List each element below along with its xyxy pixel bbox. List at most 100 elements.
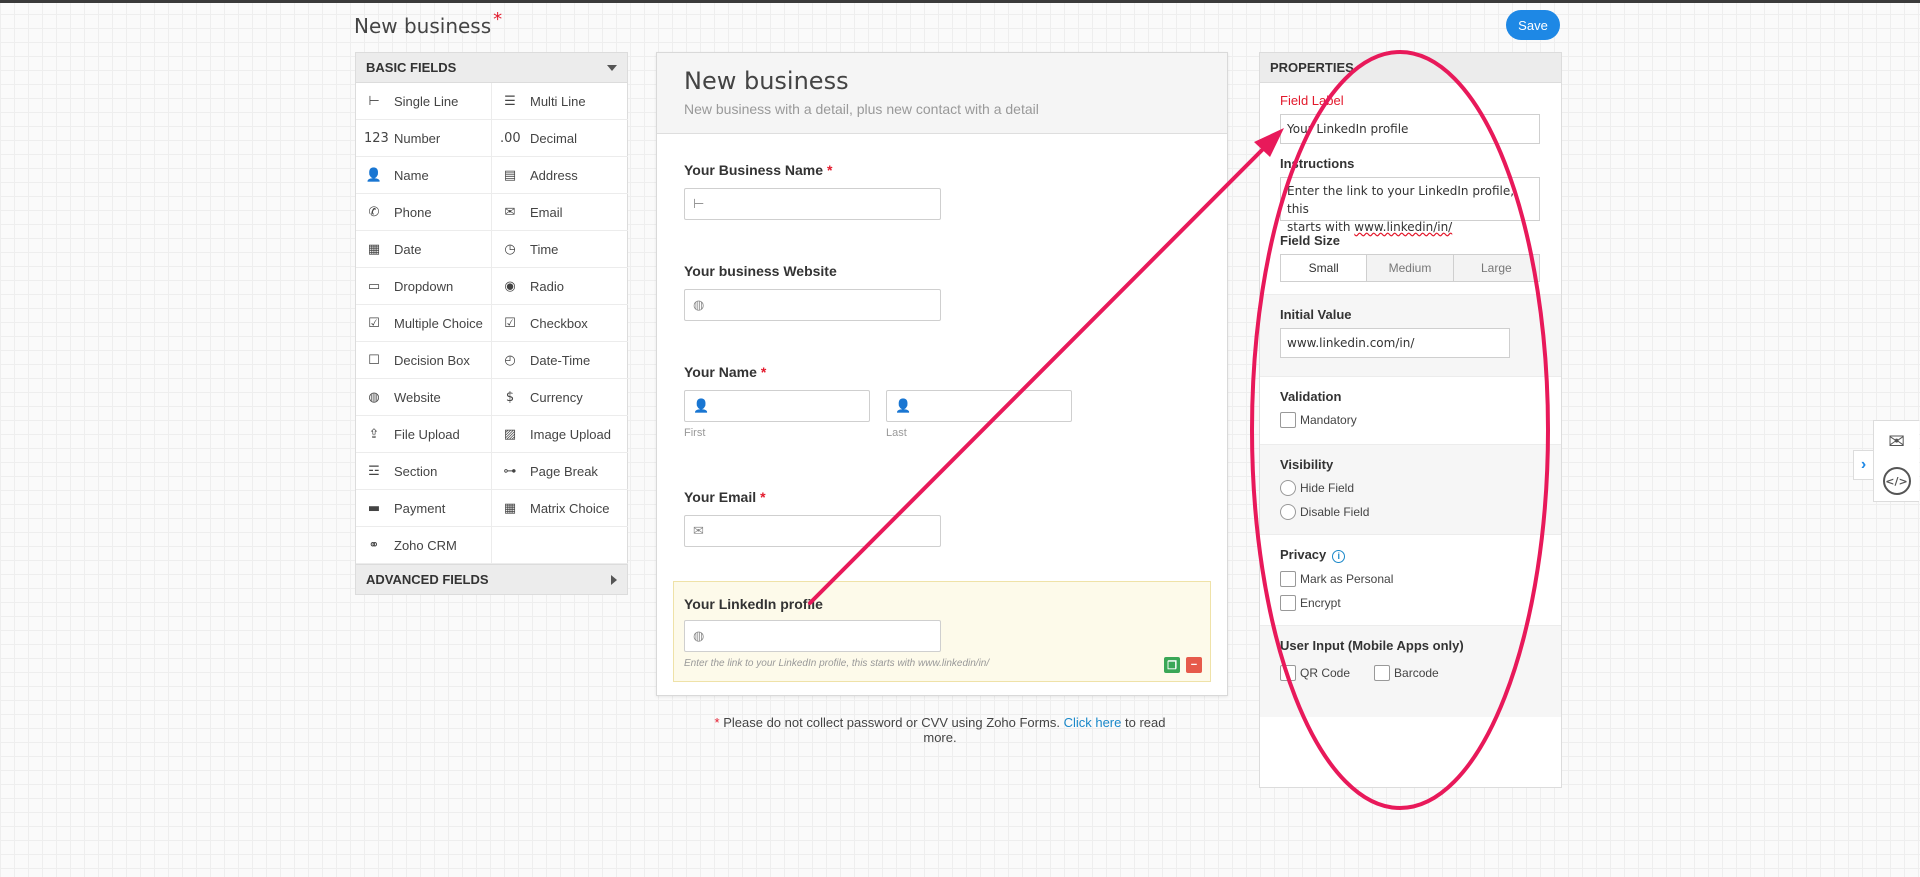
encrypt-option[interactable]: Encrypt — [1280, 593, 1541, 613]
first-name-input[interactable]: 👤 — [684, 390, 870, 422]
field-email[interactable]: Your Email * ✉ — [684, 489, 941, 547]
qr-code-checkbox[interactable] — [1280, 664, 1296, 681]
dropdown-icon: ▭ — [367, 278, 381, 294]
info-icon[interactable]: i — [1332, 549, 1346, 563]
palette-item-date[interactable]: ▦ Date — [356, 231, 492, 268]
instructions-textarea[interactable]: Enter the link to your LinkedIn profile,… — [1280, 177, 1540, 234]
palette-item-time[interactable]: ◷ Time — [492, 231, 628, 268]
mandatory-checkbox[interactable] — [1280, 412, 1296, 428]
visibility-section: Visibility Hide Field Disable Field — [1260, 445, 1561, 535]
initial-value-input[interactable]: www.linkedin.com/in/ — [1280, 328, 1510, 358]
palette-item-currency[interactable]: $ Currency — [492, 379, 628, 416]
palette-item-decimal[interactable]: .00 Decimal — [492, 120, 628, 157]
side-tools: ✉ </> — [1873, 420, 1919, 502]
field-linkedin-selected[interactable]: Your LinkedIn profile ◍ Enter the link t… — [673, 581, 1211, 682]
size-large-option[interactable]: Large — [1453, 255, 1539, 281]
palette-item-dropdown[interactable]: ▭ Dropdown — [356, 268, 492, 305]
linkedin-input[interactable]: ◍ — [684, 620, 941, 652]
palette-item-matrix-choice[interactable]: ▦ Matrix Choice — [492, 490, 628, 527]
decimal-icon: .00 — [500, 130, 521, 146]
field-label-title: Field Label — [1280, 93, 1344, 108]
size-small-option[interactable]: Small — [1281, 255, 1368, 281]
palette-item-radio[interactable]: ◉ Radio — [492, 268, 628, 305]
barcode-checkbox[interactable] — [1374, 664, 1391, 681]
field-business-website[interactable]: Your business Website ◍ — [684, 263, 941, 321]
email-input[interactable]: ✉ — [684, 515, 941, 547]
instructions-link-text: www.linkedin/in/ — [1354, 220, 1453, 234]
encrypt-checkbox[interactable] — [1280, 594, 1296, 611]
field-your-name[interactable]: Your Name * 👤 First 👤 Last — [684, 364, 1072, 439]
encrypt-label: Encrypt — [1300, 595, 1341, 610]
palette-item-website[interactable]: ◍ Website — [356, 379, 492, 416]
palette-item-checkbox[interactable]: ☑ Checkbox — [492, 305, 628, 342]
privacy-section: Privacy i Mark as Personal Encrypt — [1260, 535, 1561, 626]
palette-item-zoho-crm[interactable]: ⚭ Zoho CRM — [356, 527, 492, 564]
embed-code-icon[interactable]: </> — [1882, 467, 1911, 495]
palette-item-single-line[interactable]: ⊢ Single Line — [356, 83, 492, 120]
palette-item-label: Payment — [394, 500, 446, 516]
security-note: * Please do not collect password or CVV … — [700, 715, 1180, 745]
barcode-option[interactable]: Barcode — [1374, 663, 1439, 683]
advanced-fields-title: ADVANCED FIELDS — [366, 572, 489, 587]
basic-fields-header[interactable]: BASIC FIELDS — [356, 53, 627, 83]
business-website-input[interactable]: ◍ — [684, 289, 941, 321]
required-marker: * — [493, 9, 503, 30]
collapse-arrow-icon[interactable] — [607, 64, 617, 71]
form-header[interactable]: New business New business with a detail,… — [657, 53, 1227, 134]
palette-item-number[interactable]: 123 Number — [356, 120, 492, 157]
disable-field-option[interactable]: Disable Field — [1280, 502, 1541, 522]
field-label-input[interactable]: Your LinkedIn profile — [1280, 114, 1540, 144]
field-label: Your Business Name — [684, 162, 824, 178]
mark-personal-label: Mark as Personal — [1300, 571, 1394, 586]
click-here-link[interactable]: Click here — [1064, 715, 1122, 730]
form-title: New business — [684, 67, 849, 95]
barcode-label: Barcode — [1394, 665, 1439, 680]
section-icon: ☲ — [368, 463, 380, 479]
field-business-name[interactable]: Your Business Name * ⊢ — [684, 162, 941, 220]
phone-icon: ✆ — [368, 204, 380, 220]
mark-personal-checkbox[interactable] — [1280, 570, 1296, 587]
size-medium-option[interactable]: Medium — [1367, 255, 1454, 281]
side-panel-toggle[interactable]: › — [1853, 450, 1873, 480]
palette-item-decision-box[interactable]: ☐ Decision Box — [356, 342, 492, 379]
qr-code-option[interactable]: QR Code — [1280, 663, 1350, 683]
expand-arrow-icon[interactable] — [611, 574, 617, 585]
palette-item-section[interactable]: ☲ Section — [356, 453, 492, 490]
user-input-title: User Input (Mobile Apps only) — [1280, 637, 1464, 653]
palette-item-multiple-choice[interactable]: ☑ Multiple Choice — [356, 305, 492, 342]
field-label-section: Field Label Your LinkedIn profile Instru… — [1260, 83, 1561, 295]
palette-item-name[interactable]: 👤 Name — [356, 157, 492, 194]
palette-item-address[interactable]: ▤ Address — [492, 157, 628, 194]
palette-item-multi-line[interactable]: ☰ Multi Line — [492, 83, 628, 120]
field-label: Your Email — [684, 489, 757, 505]
disable-field-radio[interactable] — [1280, 504, 1296, 520]
save-button[interactable]: Save — [1506, 10, 1560, 40]
mail-icon[interactable]: ✉ — [1883, 427, 1911, 455]
hide-field-option[interactable]: Hide Field — [1280, 478, 1541, 498]
duplicate-icon[interactable]: ❐ — [1164, 657, 1180, 673]
palette-item-file-upload[interactable]: ⇪ File Upload — [356, 416, 492, 453]
last-name-input[interactable]: 👤 — [886, 390, 1072, 422]
palette-item-label: Decision Box — [394, 352, 470, 368]
mandatory-option[interactable]: Mandatory — [1280, 410, 1541, 430]
advanced-fields-header[interactable]: ADVANCED FIELDS — [356, 564, 627, 594]
palette-item-label: Decimal — [530, 130, 577, 146]
mark-personal-option[interactable]: Mark as Personal — [1280, 569, 1541, 589]
business-name-input[interactable]: ⊢ — [684, 188, 941, 220]
palette-item-payment[interactable]: ▬ Payment — [356, 490, 492, 527]
globe-icon: ◍ — [693, 297, 705, 313]
note-text: Please do not collect password or CVV us… — [723, 715, 1060, 730]
handshake-icon: ⚭ — [368, 537, 380, 553]
delete-icon[interactable]: − — [1186, 657, 1202, 673]
person-icon: 👤 — [365, 167, 383, 183]
palette-item-phone[interactable]: ✆ Phone — [356, 194, 492, 231]
hide-field-radio[interactable] — [1280, 480, 1296, 496]
upload-icon: ⇪ — [368, 426, 380, 442]
palette-item-date-time[interactable]: ◴ Date-Time — [492, 342, 628, 379]
palette-item-page-break[interactable]: ⊶ Page Break — [492, 453, 628, 490]
palette-item-image-upload[interactable]: ▨ Image Upload — [492, 416, 628, 453]
palette-item-email[interactable]: ✉ Email — [492, 194, 628, 231]
matrix-icon: ▦ — [503, 500, 517, 516]
palette-item-label: Zoho CRM — [394, 537, 457, 553]
checkbox-icon: ☑ — [504, 315, 516, 331]
